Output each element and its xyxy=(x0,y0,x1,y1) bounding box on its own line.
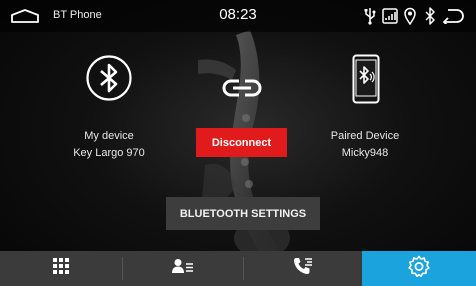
paired-device-label: Paired Device xyxy=(330,130,400,142)
status-bar: BT Phone 08:23 xyxy=(0,0,476,32)
paired-device-name: Micky948 xyxy=(341,147,389,159)
my-device-bluetooth-icon xyxy=(86,55,132,101)
contacts-icon xyxy=(172,258,194,279)
app-title: BT Phone xyxy=(53,9,102,21)
my-device-name: Key Largo 970 xyxy=(73,147,145,159)
bluetooth-settings-button[interactable]: BLUETOOTH SETTINGS xyxy=(166,197,320,230)
paired-device-phone-icon xyxy=(352,54,380,104)
bottom-nav xyxy=(0,251,476,286)
tab-keypad[interactable] xyxy=(0,251,122,286)
tab-settings[interactable] xyxy=(362,251,476,286)
usb-icon xyxy=(364,7,376,30)
bt-phone-screen: BT Phone 08:23 My device Key Largo 970 D… xyxy=(0,0,476,286)
settings-icon xyxy=(408,255,430,282)
bluetooth-icon xyxy=(424,7,436,30)
phone-link-icon xyxy=(382,7,398,30)
keypad-icon xyxy=(52,257,70,280)
tab-contacts[interactable] xyxy=(123,251,243,286)
tab-call-log[interactable] xyxy=(244,251,362,286)
link-icon xyxy=(221,77,263,99)
location-icon xyxy=(404,7,416,30)
home-icon[interactable] xyxy=(10,8,40,24)
clock: 08:23 xyxy=(219,6,257,23)
disconnect-button[interactable]: Disconnect xyxy=(196,128,287,157)
call-log-icon xyxy=(293,257,313,280)
back-icon[interactable] xyxy=(442,8,464,27)
my-device-label: My device xyxy=(84,130,134,142)
